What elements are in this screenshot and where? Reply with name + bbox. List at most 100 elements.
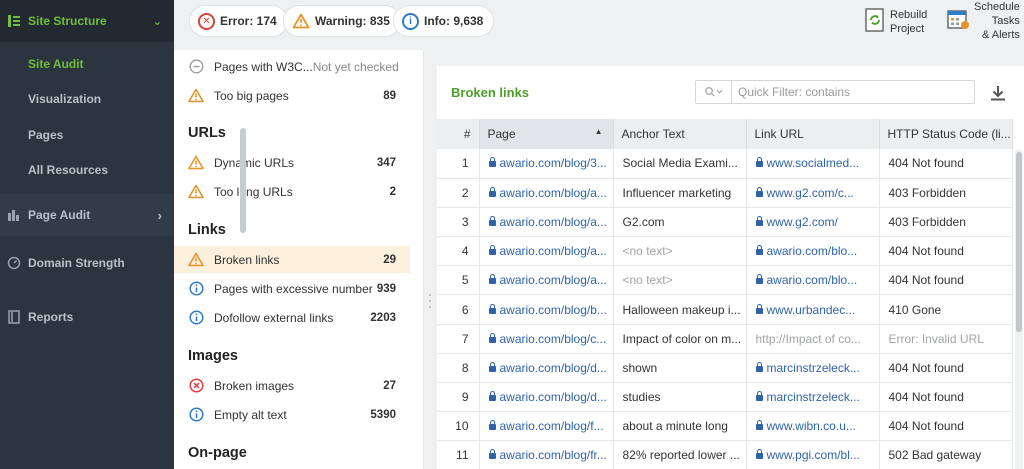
status-cell: 404 Not found	[879, 149, 1013, 179]
sort-ascending-icon: ▲	[594, 127, 603, 136]
link-url-cell[interactable]: www.wibn.co.u...	[746, 411, 880, 442]
link-url[interactable]: http://Impact of co...	[756, 332, 861, 346]
link-url-cell[interactable]: www.urbandec...	[746, 294, 880, 325]
link-url[interactable]: www.wibn.co.u...	[767, 419, 856, 433]
nav-sub-item-visualization[interactable]: Visualization	[0, 82, 174, 118]
page-link[interactable]: awario.com/blog/3...	[500, 156, 607, 170]
issue-row-dynamic-urls[interactable]: Dynamic URLs 347	[174, 149, 410, 176]
column-header-label: HTTP Status Code (li...	[887, 127, 1011, 141]
issue-row-too-big-pages[interactable]: Too big pages 89	[174, 82, 410, 109]
page-cell[interactable]: awario.com/blog/fr...	[479, 440, 614, 469]
issue-row-empty-alt-text[interactable]: Empty alt text 5390	[174, 401, 410, 428]
nav-site-structure[interactable]: Site Structure ⌄	[0, 0, 174, 42]
link-url-cell[interactable]: www.pgi.com/bl...	[746, 440, 880, 469]
issue-row-pages-with-excessive-number[interactable]: Pages with excessive number ... 939	[174, 275, 410, 302]
status-cell: 404 Not found	[879, 236, 1013, 267]
page-link[interactable]: awario.com/blog/f...	[500, 419, 604, 433]
link-url-cell[interactable]: http://Impact of co...	[746, 324, 880, 354]
schedule-tasks-button[interactable]: Schedule Tasks & Alerts	[946, 0, 1020, 42]
page-cell[interactable]: awario.com/blog/a...	[479, 178, 614, 208]
issue-row-dofollow-external-links[interactable]: Dofollow external links 2203	[174, 304, 410, 331]
link-url[interactable]: www.g2.com/	[767, 215, 838, 229]
issue-row-pages-with-w3c[interactable]: Pages with W3C...Not yet checked	[174, 53, 410, 80]
column-header-anchor-text[interactable]: Anchor Text	[613, 119, 747, 149]
link-url-cell[interactable]: marcinstrzeleck...	[746, 382, 880, 413]
link-url[interactable]: www.g2.com/c...	[767, 186, 854, 200]
nav-sub-item-pages[interactable]: Pages	[0, 117, 174, 153]
table-row[interactable]: 7 awario.com/blog/c... Impact of color on …	[437, 324, 1013, 354]
quick-filter-input[interactable]	[732, 85, 962, 99]
issue-count: 2203	[370, 311, 396, 324]
page-cell[interactable]: awario.com/blog/b...	[479, 294, 614, 325]
page-cell[interactable]: awario.com/blog/c...	[479, 324, 614, 354]
page-link[interactable]: awario.com/blog/d...	[500, 361, 607, 375]
rebuild-project-button[interactable]: Rebuild Project	[864, 8, 927, 36]
anchor-text: about a minute long	[622, 419, 728, 434]
info-filter-button[interactable]: i Info: 9,638	[394, 6, 494, 36]
link-url-cell[interactable]: www.g2.com/c...	[746, 178, 880, 208]
issue-row-too-long-urls[interactable]: Too long URLs 2	[174, 178, 410, 205]
table-row[interactable]: 11 awario.com/blog/fr... 82% reported lowe…	[437, 440, 1013, 469]
table-row[interactable]: 8 awario.com/blog/d... shown marcinstrzelec…	[437, 353, 1013, 384]
page-cell[interactable]: awario.com/blog/f...	[479, 411, 614, 442]
link-url-cell[interactable]: www.socialmed...	[746, 149, 880, 179]
page-cell[interactable]: awario.com/blog/a...	[479, 265, 614, 296]
issue-row-broken-images[interactable]: Broken images 27	[174, 372, 410, 399]
link-url[interactable]: awario.com/blo...	[767, 273, 858, 287]
page-cell[interactable]: awario.com/blog/a...	[479, 207, 614, 238]
page-cell[interactable]: awario.com/blog/d...	[479, 382, 614, 413]
column-header-page[interactable]: Page ▲	[479, 119, 614, 149]
page-link[interactable]: awario.com/blog/b...	[500, 303, 607, 317]
nav-reports[interactable]: Reports	[0, 290, 174, 344]
page-link[interactable]: awario.com/blog/c...	[500, 332, 607, 346]
page-link[interactable]: awario.com/blog/a...	[500, 186, 607, 200]
nav-sub-item-site-audit[interactable]: Site Audit	[0, 46, 174, 82]
download-icon[interactable]	[987, 82, 1009, 104]
column-header-http-status-code-li[interactable]: HTTP Status Code (li...	[879, 119, 1013, 149]
search-icon[interactable]	[696, 81, 732, 103]
link-url-cell[interactable]: awario.com/blo...	[746, 236, 880, 267]
rebuild-line1: Rebuild	[890, 9, 928, 21]
table-row[interactable]: 3 awario.com/blog/a... G2.com www.g2.com/40…	[437, 207, 1013, 238]
link-url-cell[interactable]: marcinstrzeleck...	[746, 353, 880, 384]
table-scrollbar-thumb[interactable]	[1016, 152, 1022, 332]
issues-scrollbar[interactable]	[240, 128, 246, 233]
column-header-number[interactable]: #	[437, 119, 480, 149]
table-row[interactable]: 10 awario.com/blog/f... about a minute lon…	[437, 411, 1013, 442]
link-url[interactable]: marcinstrzeleck...	[767, 390, 860, 404]
table-row[interactable]: 6 awario.com/blog/b... Halloween makeup i.…	[437, 294, 1013, 325]
issue-count: 2	[389, 185, 396, 198]
link-url[interactable]: marcinstrzeleck...	[767, 361, 860, 375]
issue-row-broken-links[interactable]: Broken links 29	[174, 246, 410, 273]
table-row[interactable]: 4 awario.com/blog/a... <no text> awario.com…	[437, 236, 1013, 267]
link-url-cell[interactable]: awario.com/blo...	[746, 265, 880, 296]
table-row[interactable]: 2 awario.com/blog/a... Influencer marketin…	[437, 178, 1013, 208]
nav-domain-strength[interactable]: Domain Strength	[0, 236, 174, 290]
page-link[interactable]: awario.com/blog/a...	[500, 215, 607, 229]
page-link[interactable]: awario.com/blog/d...	[500, 390, 607, 404]
nav-sub-item-all-resources[interactable]: All Resources	[0, 153, 174, 189]
page-link[interactable]: awario.com/blog/a...	[500, 273, 607, 287]
page-cell[interactable]: awario.com/blog/a...	[479, 236, 614, 267]
column-header-link-url[interactable]: Link URL	[746, 119, 880, 149]
link-url[interactable]: www.socialmed...	[767, 156, 860, 170]
http-status: 404 Not found	[888, 156, 964, 171]
link-url[interactable]: awario.com/blo...	[767, 244, 858, 258]
page-cell[interactable]: awario.com/blog/d...	[479, 353, 614, 384]
error-filter-button[interactable]: ✕ Error: 174	[190, 6, 287, 36]
page-link[interactable]: awario.com/blog/a...	[500, 244, 607, 258]
table-scrollbar[interactable]	[1015, 150, 1023, 469]
link-url-cell[interactable]: www.g2.com/	[746, 207, 880, 238]
table-row[interactable]: 9 awario.com/blog/d... studies marcinstrzel…	[437, 382, 1013, 413]
table-row[interactable]: 5 awario.com/blog/a... <no text> awario.com…	[437, 265, 1013, 296]
link-url[interactable]: www.pgi.com/bl...	[767, 448, 860, 462]
warning-filter-button[interactable]: Warning: 835	[284, 6, 400, 36]
page-link[interactable]: awario.com/blog/fr...	[500, 448, 607, 462]
link-url[interactable]: www.urbandec...	[767, 303, 856, 317]
warning-icon	[188, 88, 204, 104]
anchor-cell: shown	[613, 353, 747, 384]
nav-page-audit[interactable]: Page Audit ›	[0, 194, 174, 236]
splitter-handle[interactable]	[428, 292, 432, 310]
page-cell[interactable]: awario.com/blog/3...	[479, 149, 614, 179]
table-row[interactable]: 1 awario.com/blog/3... Social Media Exami.…	[437, 149, 1013, 179]
